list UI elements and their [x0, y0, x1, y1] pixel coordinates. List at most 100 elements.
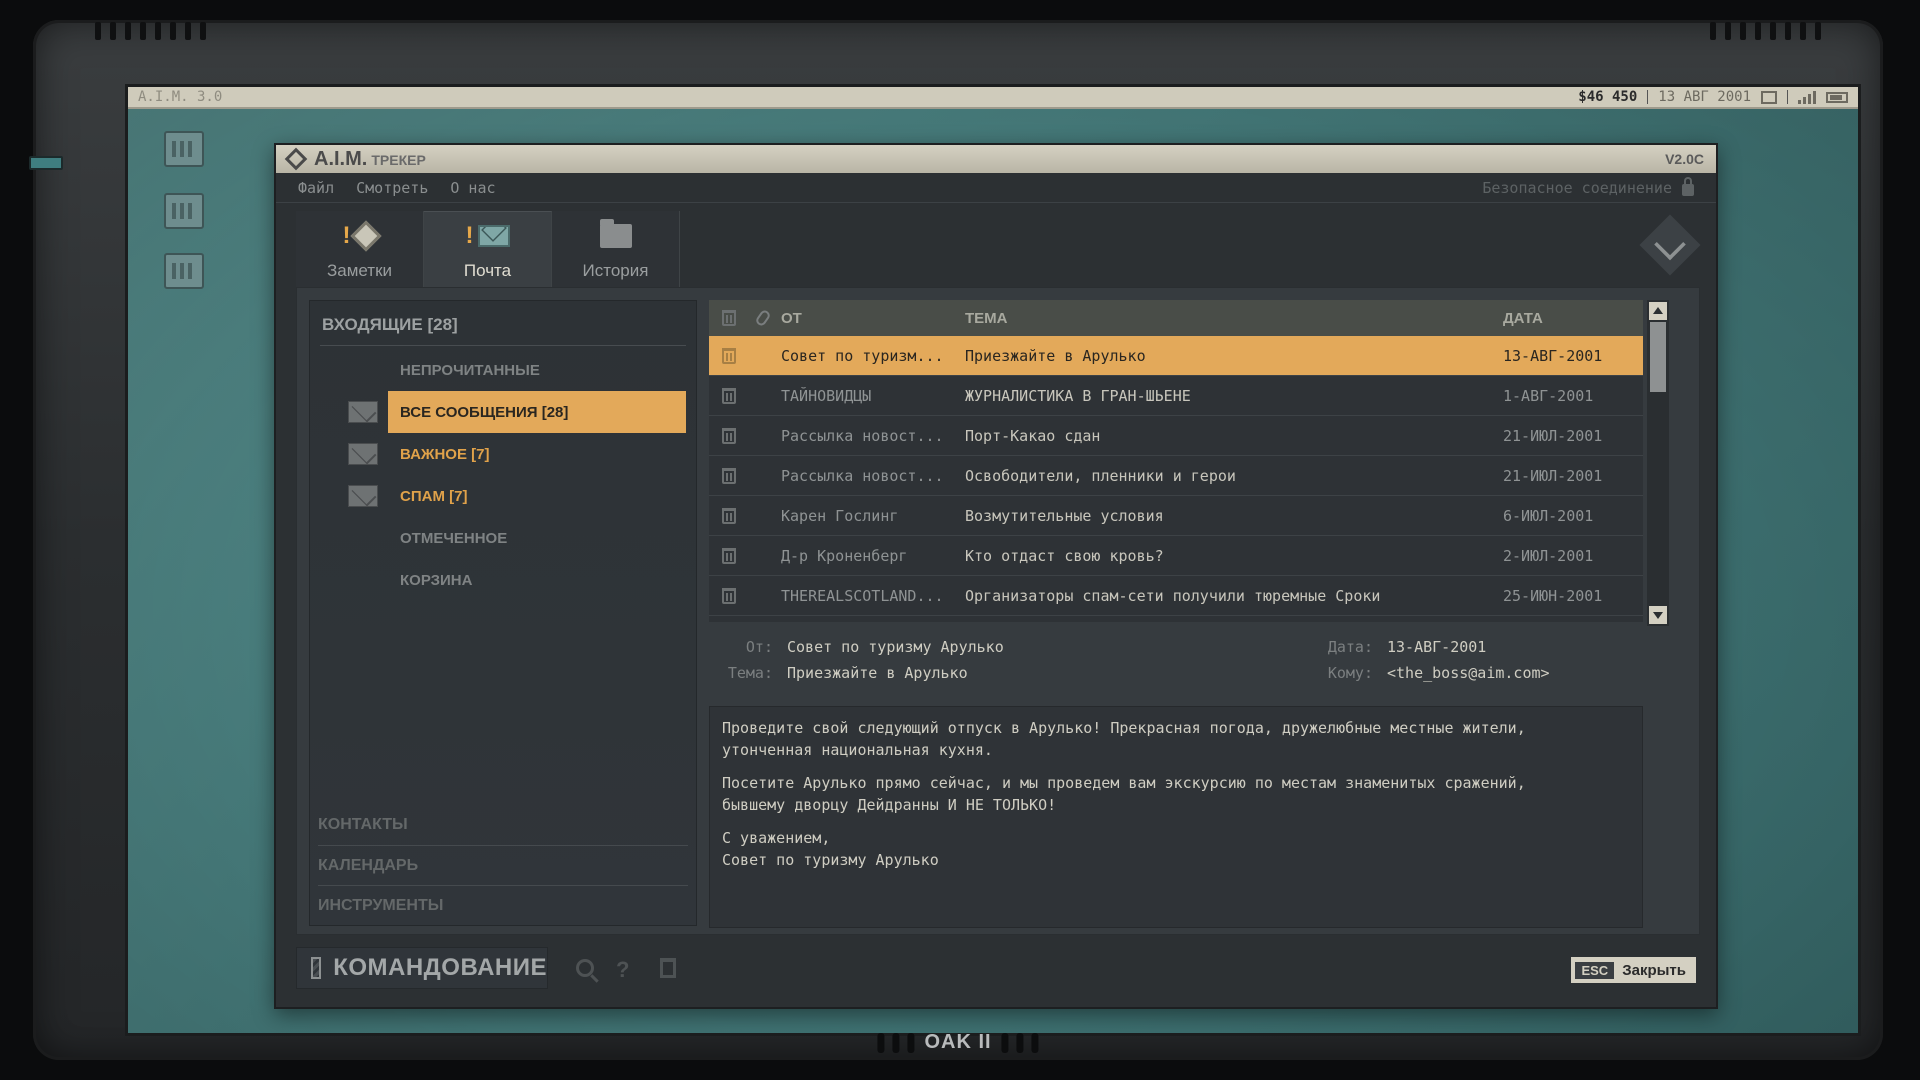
calendar-icon[interactable]: [1761, 90, 1777, 104]
mail-from: THEREALSCOTLAND...: [781, 586, 944, 605]
desktop-calendar-icon[interactable]: [164, 253, 204, 289]
mail-list-header: ОТ ТЕМА ДАТА: [709, 300, 1643, 336]
mail-from: Рассылка новост...: [781, 466, 944, 485]
desktop-calculator-icon[interactable]: [164, 131, 204, 167]
delete-icon[interactable]: [722, 427, 736, 444]
mail-row[interactable]: Д-р Кроненберг Кто отдаст свою кровь? 2-…: [709, 536, 1643, 576]
tab-notes[interactable]: ! Заметки: [296, 211, 424, 287]
mail-subject: Возмутительные условия: [965, 506, 1164, 525]
menu-bar: Файл Смотреть О нас Безопасное соединени…: [276, 173, 1716, 203]
signal-icon: [1798, 90, 1816, 104]
menu-view[interactable]: Смотреть: [356, 179, 428, 197]
top-vent-right: [1710, 22, 1821, 40]
folder-label: СПАМ [7]: [400, 487, 468, 505]
system-date: 13 АВГ 2001: [1658, 89, 1751, 105]
folder-flagged[interactable]: ОТМЕЧЕННОЕ: [310, 517, 696, 559]
mail-from: Д-р Кроненберг: [781, 546, 908, 565]
collapse-chevron-icon[interactable]: [1639, 214, 1701, 276]
delete-icon[interactable]: [722, 587, 736, 604]
folder-label: ВСЕ СООБЩЕНИЯ [28]: [388, 391, 686, 433]
screen: A.I.M. 3.0 $46 450 13 АВГ 2001 A.I.M. ТРЕ…: [125, 84, 1861, 1036]
money-balance: $46 450: [1578, 89, 1638, 105]
tab-mail[interactable]: ! Почта: [424, 211, 552, 287]
folder-important[interactable]: ВАЖНОЕ [7]: [310, 433, 696, 475]
close-label: Закрыть: [1622, 961, 1686, 979]
scroll-thumb[interactable]: [1650, 322, 1666, 392]
header-from[interactable]: ОТ: [777, 310, 965, 327]
header-subject[interactable]: ТЕМА: [965, 310, 1503, 327]
link-contacts[interactable]: КОНТАКТЫ: [318, 805, 688, 845]
message-to: <the_boss@aim.com>: [1387, 664, 1550, 682]
mail-row[interactable]: Карен Гослинг Возмутительные условия 6-И…: [709, 496, 1643, 536]
folder-label: КОРЗИНА: [400, 571, 473, 589]
command-label: КОМАНДОВАНИЕ: [333, 954, 547, 981]
delete-icon[interactable]: [660, 958, 676, 978]
app-version: V2.0C: [1665, 151, 1704, 167]
top-vent-left: [95, 22, 206, 40]
mail-subject: Кто отдаст свою кровь?: [965, 546, 1164, 565]
mail-date: 2-ИЮЛ-2001: [1503, 546, 1594, 565]
tab-history[interactable]: История: [552, 211, 680, 287]
tab-label: Почта: [463, 261, 512, 280]
mail-row[interactable]: ТАЙНОВИДЦЫ ЖУРНАЛИСТИКА В ГРАН-ШЬЕНЕ 1-А…: [709, 376, 1643, 416]
brand-label: OAK II: [924, 1031, 992, 1053]
menu-file[interactable]: Файл: [298, 179, 334, 197]
mail-from: Совет по туризм...: [781, 346, 944, 365]
mail-from: Рассылка новост...: [781, 426, 944, 445]
folder-icon: [599, 219, 632, 248]
mail-list: ОТ ТЕМА ДАТА Совет по туризм... Приезжай…: [709, 300, 1643, 622]
delete-icon[interactable]: [722, 547, 736, 564]
message-paragraph: Проведите свой следующий отпуск в Арульк…: [722, 719, 1526, 759]
toolbar-icons: ?: [576, 957, 676, 982]
scroll-down-arrow-icon[interactable]: [1649, 606, 1667, 624]
mail-row[interactable]: Совет по туризм... Приезжайте в Арулько …: [709, 336, 1643, 376]
device-brand: OAK II: [877, 1031, 1039, 1054]
mail-row[interactable]: THEREALSCOTLAND... Организаторы спам-сет…: [709, 576, 1643, 616]
trash-icon: [722, 310, 736, 326]
aim-tracker-window: A.I.M. ТРЕКЕР V2.0C Файл Смотреть О нас Б…: [274, 143, 1718, 1009]
mail-row[interactable]: Рассылка новост... Освободители, пленник…: [709, 456, 1643, 496]
folder-all-messages[interactable]: ВСЕ СООБЩЕНИЯ [28]: [310, 391, 696, 433]
app-name: A.I.M.: [314, 147, 368, 170]
scroll-up-arrow-icon[interactable]: [1649, 302, 1667, 320]
device-bezel: A.I.M. 3.0 $46 450 13 АВГ 2001 A.I.M. ТРЕ…: [29, 20, 1883, 1060]
folder-trash[interactable]: КОРЗИНА: [310, 559, 696, 601]
close-button[interactable]: ESC Закрыть: [1571, 957, 1696, 983]
folder-label: ВАЖНОЕ [7]: [400, 445, 490, 463]
help-icon[interactable]: ?: [616, 957, 638, 982]
menu-about[interactable]: О нас: [450, 179, 495, 197]
message-subject: Приезжайте в Арулько: [787, 664, 968, 682]
envelope-icon: [348, 401, 378, 423]
mail-subject: ЖУРНАЛИСТИКА В ГРАН-ШЬЕНЕ: [965, 386, 1191, 405]
search-icon[interactable]: [576, 959, 594, 977]
delete-icon[interactable]: [722, 507, 736, 524]
side-button[interactable]: [29, 156, 63, 170]
folder-spam[interactable]: СПАМ [7]: [310, 475, 696, 517]
header-date[interactable]: ДАТА: [1503, 310, 1643, 327]
desktop-files-icon[interactable]: [164, 193, 204, 229]
delete-icon[interactable]: [722, 347, 736, 364]
folder-label: НЕПРОЧИТАННЫЕ: [400, 361, 540, 379]
mail-list-scrollbar[interactable]: [1647, 300, 1669, 626]
mail-date: 21-ИЮЛ-2001: [1503, 426, 1603, 445]
message-signature: С уважением, Совет по туризму Арулько: [722, 829, 939, 869]
link-tools[interactable]: ИНСТРУМЕНТЫ: [318, 885, 688, 925]
alert-icon: !: [342, 222, 351, 249]
title-bar: A.I.M. ТРЕКЕР V2.0C: [276, 145, 1716, 173]
message-header: От: Совет по туризму Арулько Тема: Приез…: [709, 634, 1643, 694]
folder-unread[interactable]: НЕПРОЧИТАННЫЕ: [310, 349, 696, 391]
delete-icon[interactable]: [722, 467, 736, 484]
os-label: A.I.M. 3.0: [138, 89, 223, 105]
tab-label: Заметки: [326, 261, 393, 280]
link-calendar[interactable]: КАЛЕНДАРЬ: [318, 845, 688, 885]
delete-icon[interactable]: [722, 387, 736, 404]
lock-icon: [1682, 176, 1694, 196]
command-button[interactable]: КОМАНДОВАНИЕ: [296, 947, 548, 989]
mail-subject: Приезжайте в Арулько: [965, 346, 1146, 365]
mail-subject: Порт-Какао сдан: [965, 426, 1101, 445]
message-date: 13-АВГ-2001: [1387, 638, 1487, 656]
envelope-icon: [348, 443, 378, 465]
mail-row[interactable]: Рассылка новост... Порт-Какао сдан 21-ИЮ…: [709, 416, 1643, 456]
aim-logo-icon: [284, 147, 308, 171]
mail-from: ТАЙНОВИДЦЫ: [781, 386, 872, 405]
